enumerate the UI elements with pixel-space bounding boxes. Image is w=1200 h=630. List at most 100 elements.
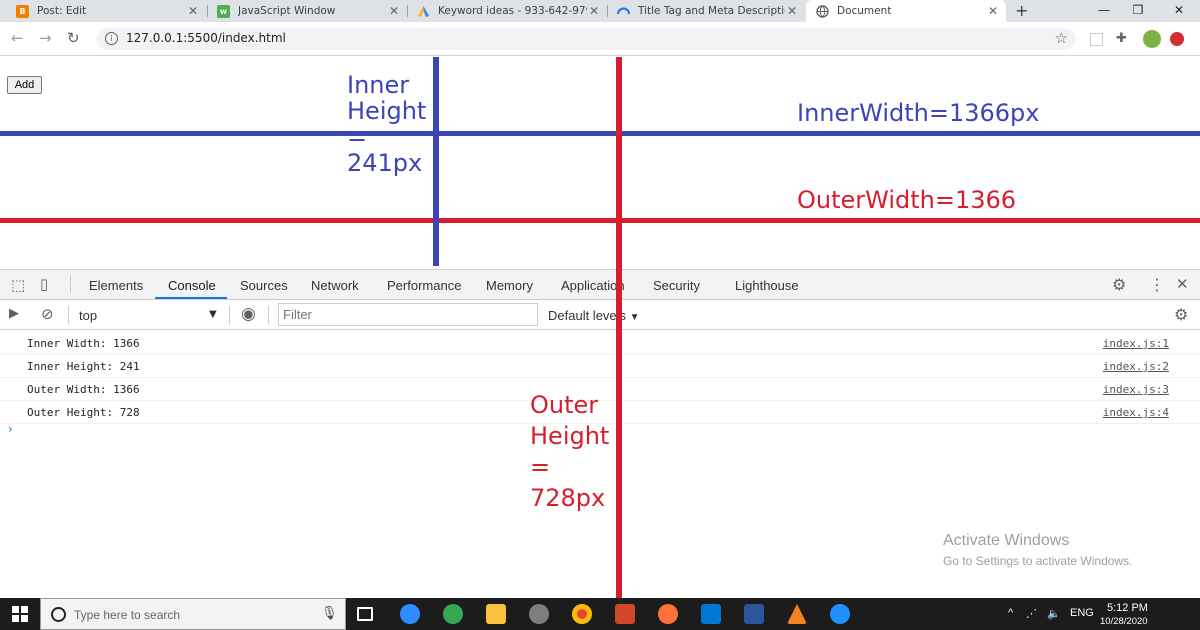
log-message: Inner Height: 241 <box>27 360 140 373</box>
w3schools-icon: w <box>217 4 230 18</box>
chevron-down-icon: ▼ <box>629 312 640 323</box>
browser-tab-strip: B Post: Edit ✕ w JavaScript Window ✕ Key… <box>0 0 1200 22</box>
taskbar-search-box[interactable]: Type here to search 🎙 <box>40 598 346 630</box>
tab-label: Post: Edit <box>37 5 87 17</box>
tab-performance[interactable]: Performance <box>387 278 461 293</box>
chrome-icon[interactable] <box>572 604 592 624</box>
microphone-icon[interactable]: 🎙 <box>321 606 338 621</box>
windows-start-icon[interactable] <box>12 606 28 626</box>
tab-document[interactable]: Document ✕ <box>806 0 1006 22</box>
profile-avatar-icon[interactable] <box>1143 30 1161 48</box>
task-view-icon[interactable] <box>357 607 373 621</box>
file-explorer-icon[interactable] <box>486 604 506 624</box>
tab-post-edit[interactable]: B Post: Edit ✕ <box>6 0 206 22</box>
inner-height-label: Inner Height = 241px <box>347 71 427 177</box>
vscode-icon[interactable] <box>701 604 721 624</box>
powerpoint-icon[interactable] <box>615 604 635 624</box>
info-icon[interactable]: i <box>105 32 118 45</box>
log-levels-dropdown[interactable]: Default levels ▼ <box>548 308 640 323</box>
settings-gear-icon[interactable]: ⚙ <box>1112 275 1126 294</box>
close-icon[interactable]: ✕ <box>587 4 601 18</box>
forward-button[interactable]: → <box>39 30 52 46</box>
tab-console[interactable]: Console <box>168 278 216 293</box>
cortana-icon <box>51 607 66 622</box>
device-toolbar-icon[interactable]: ▯ <box>40 275 48 293</box>
active-tab-indicator <box>155 297 227 299</box>
divider <box>68 306 69 324</box>
extension-icon[interactable] <box>1090 33 1103 46</box>
tray-chevron-up-icon[interactable]: ^ <box>1008 607 1013 619</box>
tab-title-tag[interactable]: Title Tag and Meta Description ✕ <box>607 0 805 22</box>
tab-label: Keyword ideas - 933-642-9795 <box>438 5 587 17</box>
zoom-app-icon[interactable] <box>400 604 420 624</box>
tab-memory[interactable]: Memory <box>486 278 533 293</box>
firefox-icon[interactable] <box>658 604 678 624</box>
divider <box>268 306 269 324</box>
volume-icon[interactable]: 🔈 <box>1047 607 1061 620</box>
chevron-down-icon[interactable]: ▼ <box>209 309 217 320</box>
clear-console-icon[interactable]: ⊘ <box>41 305 54 323</box>
tab-label: Document <box>837 5 892 17</box>
tab-network[interactable]: Network <box>311 278 359 293</box>
blogger-icon: B <box>16 4 29 18</box>
log-source-link[interactable]: index.js:3 <box>1103 383 1169 396</box>
edge-icon[interactable] <box>830 604 850 624</box>
network-icon[interactable]: ⋰ <box>1026 607 1037 620</box>
log-message: Outer Width: 1366 <box>27 383 140 396</box>
tab-javascript-window[interactable]: w JavaScript Window ✕ <box>207 0 407 22</box>
taskbar-search-placeholder: Type here to search <box>74 608 181 622</box>
sidebar-toggle-icon[interactable]: ▶ <box>9 306 19 321</box>
console-prompt-icon[interactable]: › <box>8 422 13 436</box>
clock-date[interactable]: 10/28/2020 <box>1100 616 1148 627</box>
clock-time[interactable]: 5:12 PM <box>1107 602 1148 614</box>
close-icon[interactable]: ✕ <box>186 4 200 18</box>
more-options-icon[interactable]: ⋮ <box>1149 275 1165 294</box>
tab-elements[interactable]: Elements <box>89 278 143 293</box>
close-icon[interactable]: ✕ <box>785 4 799 18</box>
back-button[interactable]: ← <box>11 30 24 46</box>
address-bar[interactable]: i 127.0.0.1:5500/index.html ☆ <box>96 28 1076 50</box>
new-tab-button[interactable]: + <box>1015 1 1028 20</box>
log-source-link[interactable]: index.js:2 <box>1103 360 1169 373</box>
outer-height-label: Outer Height = 728px <box>530 391 610 512</box>
vlc-icon[interactable] <box>787 604 807 624</box>
filter-box <box>278 303 538 326</box>
restore-button[interactable]: ❐ <box>1122 0 1154 22</box>
context-selector[interactable]: top <box>79 308 97 323</box>
puzzle-extensions-icon[interactable]: ✚ <box>1116 31 1132 47</box>
inner-width-line <box>0 131 1200 136</box>
tab-label: JavaScript Window <box>238 5 336 17</box>
filter-input[interactable] <box>283 304 533 325</box>
language-indicator[interactable]: ENG <box>1070 607 1094 619</box>
log-source-link[interactable]: index.js:1 <box>1103 337 1169 350</box>
url-text: 127.0.0.1:5500/index.html <box>126 31 286 45</box>
log-levels-label: Default levels <box>548 308 627 323</box>
inner-height-line <box>433 57 439 266</box>
reload-button[interactable]: ↻ <box>67 30 80 46</box>
close-icon[interactable]: ✕ <box>387 4 401 18</box>
close-window-button[interactable]: ✕ <box>1163 0 1195 22</box>
close-devtools-icon[interactable]: ✕ <box>1176 275 1189 293</box>
bookmark-star-icon[interactable]: ☆ <box>1055 29 1068 47</box>
tab-lighthouse[interactable]: Lighthouse <box>735 278 799 293</box>
app-icon[interactable] <box>443 604 463 624</box>
minimize-button[interactable]: — <box>1088 0 1120 22</box>
eye-icon[interactable]: ◉ <box>241 304 256 324</box>
opera-extension-icon[interactable] <box>1170 32 1184 46</box>
globe-icon <box>816 4 829 18</box>
tab-security[interactable]: Security <box>653 278 700 293</box>
browser-toolbar: ← → ↻ i 127.0.0.1:5500/index.html ☆ <box>0 22 1200 56</box>
console-log-row: Inner Height: 241 index.js:2 <box>0 355 1200 378</box>
word-icon[interactable] <box>744 604 764 624</box>
tab-label: Title Tag and Meta Description <box>638 5 785 17</box>
app-icon[interactable] <box>529 604 549 624</box>
page-viewport: Add <box>0 57 1200 269</box>
console-settings-gear-icon[interactable]: ⚙ <box>1174 305 1188 324</box>
tab-keyword-ideas[interactable]: Keyword ideas - 933-642-9795 ✕ <box>407 0 607 22</box>
close-icon[interactable]: ✕ <box>986 4 1000 18</box>
tab-sources[interactable]: Sources <box>240 278 288 293</box>
inspect-element-icon[interactable]: ⬚ <box>11 276 25 294</box>
outer-width-line <box>0 218 1200 223</box>
add-button[interactable]: Add <box>7 76 42 94</box>
log-source-link[interactable]: index.js:4 <box>1103 406 1169 419</box>
